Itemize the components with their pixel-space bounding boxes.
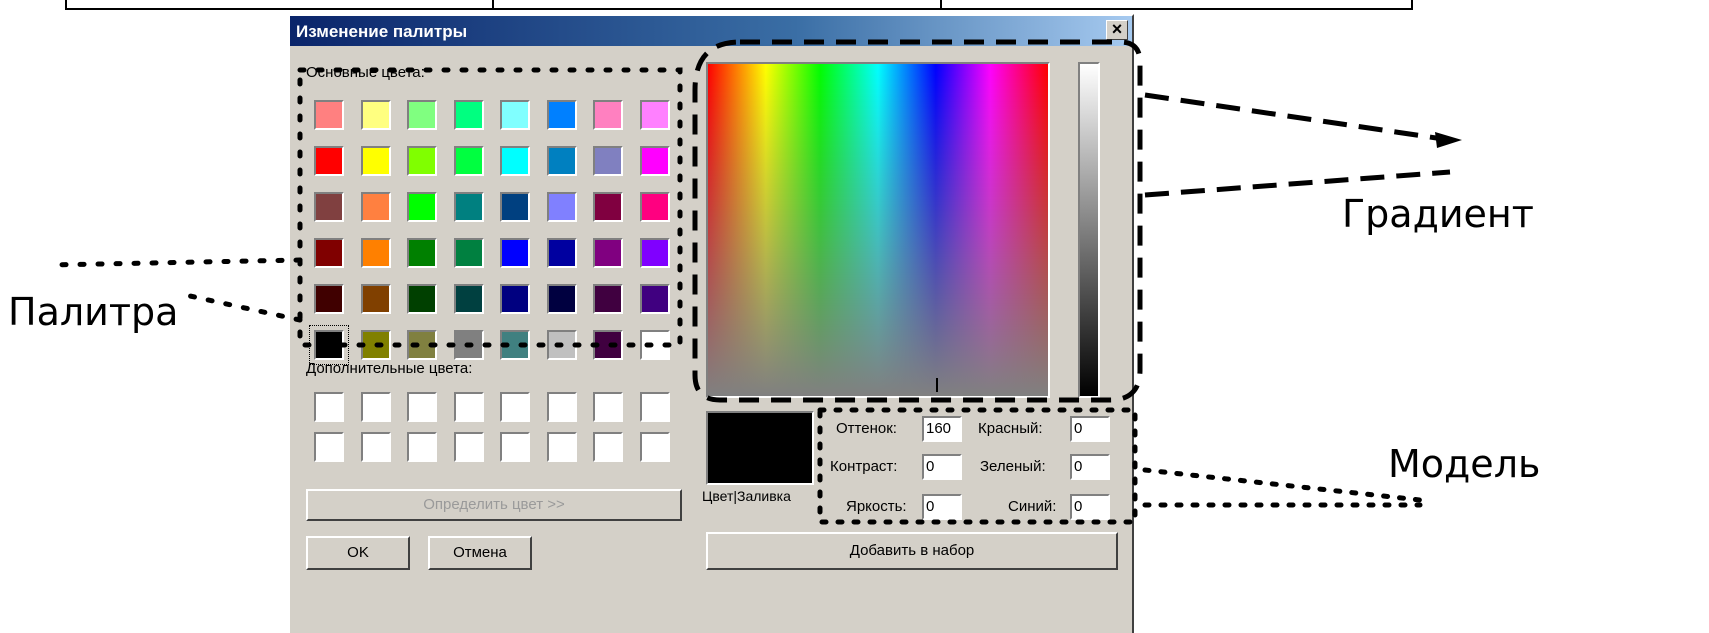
model-callout-line bbox=[1142, 467, 1423, 503]
palette-dotted-outline bbox=[297, 67, 683, 348]
model-dotted-outline bbox=[817, 407, 1138, 525]
gradient-callout: Градиент bbox=[1342, 192, 1534, 236]
gradient-callout-line bbox=[1144, 92, 1451, 143]
gradient-arrow-icon bbox=[1435, 132, 1462, 148]
gradient-dashed-outline bbox=[692, 39, 1143, 403]
palette-callout: Палитра bbox=[8, 290, 179, 334]
model-callout: Модель bbox=[1388, 442, 1541, 486]
palette-callout-line bbox=[47, 257, 303, 268]
palette-callout-line bbox=[187, 293, 303, 323]
annotation-overlay bbox=[47, 39, 1462, 525]
